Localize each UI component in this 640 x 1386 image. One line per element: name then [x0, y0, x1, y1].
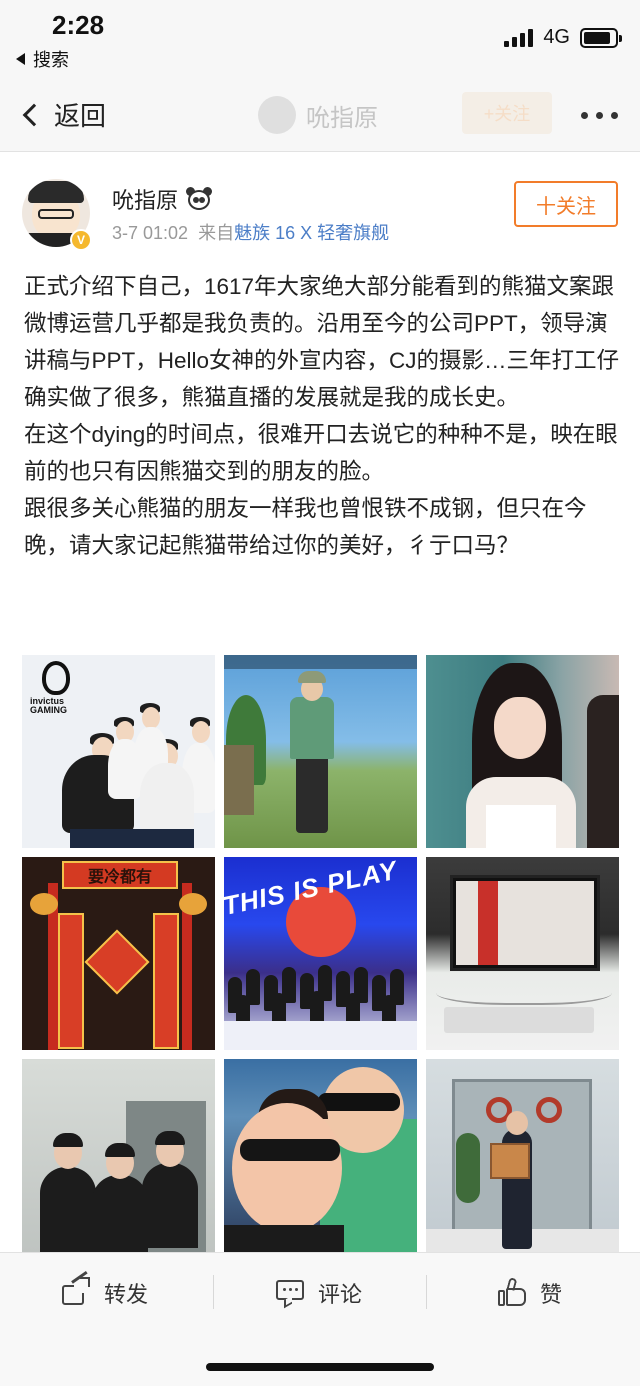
back-button[interactable]: 返回 — [18, 96, 106, 133]
like-button[interactable]: 赞 — [498, 1275, 562, 1311]
image-thumbnail-team-photo[interactable]: invictus GAMING — [22, 655, 215, 848]
ig-logo-icon: invictus GAMING — [30, 661, 82, 715]
verified-badge-icon: V — [70, 229, 92, 251]
status-bar: 2:28 搜索 4G — [0, 0, 640, 80]
back-app-label: 搜索 — [33, 50, 69, 70]
divider — [213, 1275, 214, 1309]
comment-label: 评论 — [318, 1282, 363, 1307]
back-label: 返回 — [54, 101, 107, 131]
post-paragraph: 跟很多关心熊猫的朋友一样我也曾恨铁不成钢，但只在今晚，请大家记起熊猫带给过你的美… — [24, 496, 587, 558]
signal-icon — [504, 28, 534, 47]
source-prefix: 来自 — [198, 223, 235, 243]
thumbs-up-icon — [498, 1277, 526, 1306]
chevron-left-icon — [22, 103, 46, 126]
home-indicator[interactable] — [206, 1363, 434, 1371]
post-date: 3-7 01:02 — [112, 223, 189, 243]
crowd — [224, 957, 417, 1031]
image-thumbnail-girl-portrait[interactable] — [426, 655, 619, 848]
nav-title: 吮指原 — [258, 96, 378, 134]
follow-button[interactable]: 十关注 — [514, 181, 618, 227]
battery-icon — [580, 27, 622, 48]
back-to-app-link[interactable]: 搜索 — [16, 46, 69, 72]
image-thumbnail-three-friends[interactable] — [22, 1059, 215, 1252]
action-bar: 转发 评论 赞 — [0, 1252, 640, 1386]
logo-text: invictus GAMING — [30, 696, 67, 715]
image-thumbnail-game-character[interactable] — [224, 655, 417, 848]
image-thumbnail-selfie[interactable] — [224, 1059, 417, 1252]
post-meta: 3-7 01:02 来自魅族 16 X 轻奢旗舰 — [112, 219, 389, 245]
comment-button[interactable]: 评论 — [276, 1275, 362, 1311]
nav-follow-button[interactable]: +关注 — [462, 92, 552, 134]
nav-avatar — [258, 96, 296, 134]
repost-label: 转发 — [104, 1282, 149, 1307]
nav-title-name: 吮指原 — [306, 104, 378, 132]
divider — [426, 1275, 427, 1309]
status-indicators: 4G — [504, 26, 622, 49]
panda-icon — [186, 187, 213, 211]
more-options-icon[interactable] — [581, 112, 618, 119]
image-thumbnail-spring-festival-door[interactable]: 要冷都有 — [22, 857, 215, 1050]
image-thumbnail-office-desk[interactable] — [426, 857, 619, 1050]
network-type: 4G — [543, 26, 570, 48]
like-label: 赞 — [540, 1282, 563, 1307]
battery-fill — [584, 31, 610, 44]
author-name[interactable]: 吮指原 — [112, 183, 213, 215]
image-thumbnail-stage-group[interactable]: THIS IS PLAY — [224, 857, 417, 1050]
repost-button[interactable]: 转发 — [62, 1270, 149, 1311]
avatar-hair — [28, 181, 84, 203]
game-hud — [224, 655, 417, 669]
back-triangle-icon — [16, 53, 25, 65]
post-header: V 吮指原 3-7 01:02 来自魅族 16 X 轻奢旗舰 十关注 — [0, 153, 640, 255]
door-banner-text: 要冷都有 — [87, 869, 152, 886]
status-time: 2:28 — [52, 10, 105, 40]
post-body: 正式介绍下自己，1617年大家绝大部分能看到的熊猫文案跟微博运营几乎都是我负责的… — [24, 268, 620, 564]
nav-bar: 返回 吮指原 +关注 — [0, 80, 640, 152]
comment-icon — [276, 1280, 304, 1309]
image-thumbnail-office-delivery[interactable] — [426, 1059, 619, 1252]
repost-icon — [62, 1270, 90, 1305]
post-paragraph: 在这个dying的时间点，很难开口去说它的种种不是，映在眼前的也只有因熊猫交到的… — [24, 422, 618, 484]
avatar-glasses — [38, 209, 74, 219]
author-name-text: 吮指原 — [112, 188, 179, 213]
source-device-link[interactable]: 魅族 16 X 轻奢旗舰 — [234, 223, 389, 243]
post-paragraph: 正式介绍下自己，1617年大家绝大部分能看到的熊猫文案跟微博运营几乎都是我负责的… — [24, 274, 620, 410]
image-grid: invictus GAMING 要冷都有 THIS IS PLAY — [22, 655, 619, 1252]
